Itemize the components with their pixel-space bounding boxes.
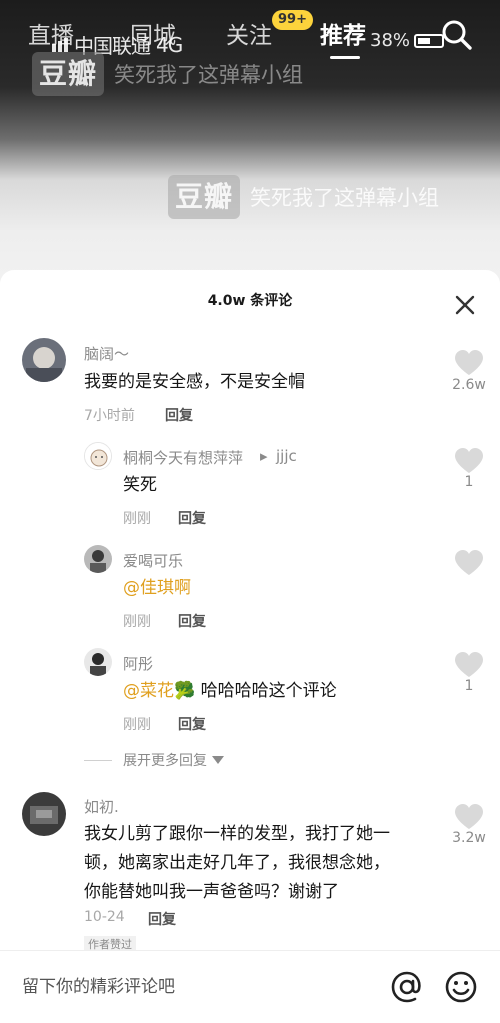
avatar[interactable] xyxy=(22,792,66,836)
avatar[interactable] xyxy=(84,648,112,676)
comment-text-line: 顿，她离家出走好几年了，我很想念她， xyxy=(84,853,390,873)
reply-button[interactable]: 回复 xyxy=(178,611,206,631)
reply-time: 刚刚 xyxy=(123,717,151,733)
like-count: 3.2w xyxy=(452,830,486,846)
mention-link[interactable]: @佳琪啊 xyxy=(123,578,191,598)
watermark-text: 笑死我了这弹幕小组 xyxy=(114,63,304,87)
tab-local[interactable]: 同城 xyxy=(130,16,176,50)
like-count: 2.6w xyxy=(452,377,486,393)
reply-time: 刚刚 xyxy=(123,614,151,630)
reply-button[interactable]: 回复 xyxy=(178,714,206,734)
douban-watermark-top: 豆瓣 笑死我了这弹幕小组 xyxy=(32,52,303,96)
top-nav: 直播 同城 关注 99+ 推荐 xyxy=(0,10,500,59)
chevron-down-icon xyxy=(212,756,224,764)
heart-icon[interactable] xyxy=(454,652,484,678)
comment-username[interactable]: 脑阔～ xyxy=(84,343,129,364)
heart-icon[interactable] xyxy=(454,448,484,474)
at-icon[interactable] xyxy=(390,970,424,1004)
like-count: 1 xyxy=(464,474,474,490)
reply-username[interactable]: 阿彤 xyxy=(123,653,153,674)
reply-arrow-icon: ▸ xyxy=(260,447,268,465)
comment-text-line: 你能替她叫我一声爸爸吗？谢谢了 xyxy=(84,882,339,902)
like-count: 1 xyxy=(464,678,474,694)
heart-icon[interactable] xyxy=(454,550,484,576)
reply-text: @菜花🥦 哈哈哈哈这个评论 xyxy=(123,677,337,706)
reply-username[interactable]: 桐桐今天有想萍萍 xyxy=(123,447,243,468)
comment-time: 10-24 xyxy=(84,909,125,925)
douban-logo: 豆瓣 xyxy=(32,52,105,96)
reply-username[interactable]: 爱喝可乐 xyxy=(123,550,183,571)
search-icon[interactable] xyxy=(440,18,474,52)
comment-sheet: 4.0w 条评论 脑阔～ 我要的是安全感，不是安全帽 7小时前 回复 2.6w … xyxy=(0,270,500,1023)
comment-time: 7小时前 xyxy=(84,408,135,424)
comment-count-title: 4.0w 条评论 xyxy=(207,293,293,309)
heart-icon[interactable] xyxy=(454,804,484,830)
douban-logo: 豆瓣 xyxy=(168,175,241,219)
comment-input[interactable] xyxy=(22,971,382,1003)
reply-text-body: 哈哈哈哈这个评论 xyxy=(200,681,337,701)
expand-divider xyxy=(84,760,112,761)
avatar[interactable] xyxy=(22,338,66,382)
expand-more-label: 展开更多回复 xyxy=(123,753,207,769)
reply-button[interactable]: 回复 xyxy=(165,405,193,425)
reply-text: @佳琪啊 xyxy=(123,574,191,603)
video-background[interactable]: 中国联通 4G 38% 直播 同城 关注 99+ 推荐 豆瓣 笑死我了这弹幕小组… xyxy=(0,0,500,290)
reply-button[interactable]: 回复 xyxy=(148,909,176,929)
heart-icon[interactable] xyxy=(454,350,484,376)
tab-live[interactable]: 直播 xyxy=(28,16,74,50)
notification-badge: 99+ xyxy=(272,10,313,30)
reply-button[interactable]: 回复 xyxy=(178,508,206,528)
watermark-text: 笑死我了这弹幕小组 xyxy=(250,186,440,210)
close-icon[interactable] xyxy=(452,292,478,318)
reply-text: 笑死 xyxy=(123,475,157,495)
emoji-icon[interactable] xyxy=(444,970,478,1004)
active-tab-indicator xyxy=(330,56,360,59)
comment-text-line: 我女儿剪了跟你一样的发型，我打了她一 xyxy=(84,824,390,844)
douban-watermark-center: 豆瓣 笑死我了这弹幕小组 xyxy=(168,175,439,219)
comment-text: 我女儿剪了跟你一样的发型，我打了她一 顿，她离家出走好几年了，我很想念她， 你能… xyxy=(84,820,429,907)
tab-recommend[interactable]: 推荐 xyxy=(320,16,366,50)
tab-following[interactable]: 关注 xyxy=(226,16,272,50)
reply-time: 刚刚 xyxy=(123,511,151,527)
reply-target-username[interactable]: jjjc xyxy=(276,447,297,465)
avatar[interactable] xyxy=(84,545,112,573)
expand-more-replies-button[interactable]: 展开更多回复 xyxy=(123,750,224,770)
comment-input-bar xyxy=(0,950,500,1023)
mention-link[interactable]: @菜花🥦 xyxy=(123,681,195,701)
avatar[interactable] xyxy=(84,442,112,470)
comment-text: 我要的是安全感，不是安全帽 xyxy=(84,372,305,392)
comment-username[interactable]: 如初. xyxy=(84,796,119,817)
